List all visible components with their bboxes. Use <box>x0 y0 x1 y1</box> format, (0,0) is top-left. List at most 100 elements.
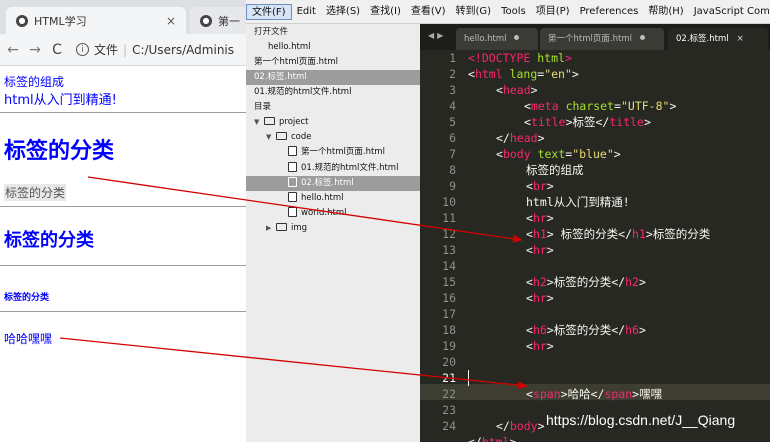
editor-tab-first-page[interactable]: 第一个html页面.html <box>540 28 664 50</box>
folder-project[interactable]: ▼ project <box>246 115 420 130</box>
file-item-selected[interactable]: 02.标签.html <box>246 176 420 191</box>
file-item[interactable]: world.html <box>246 206 420 221</box>
file-item[interactable]: hello.html <box>246 191 420 206</box>
menu-selection[interactable]: 选择(S) <box>321 4 365 20</box>
browser-tab-label: HTML学习 <box>34 14 87 28</box>
file-icon <box>288 207 297 217</box>
url-input[interactable]: C:/Users/Adminis <box>132 43 234 57</box>
code-line-2: <html lang="en"> <box>468 67 579 81</box>
browser-tab-html-study[interactable]: ● HTML学习 × <box>6 7 186 34</box>
editor-tab-hello[interactable]: hello.html <box>456 28 538 50</box>
code-line-3: <head> <box>496 83 538 97</box>
back-arrow-icon[interactable]: ← <box>4 42 22 58</box>
line-number: 17 <box>442 307 456 321</box>
page-hr <box>0 311 246 312</box>
page-text-composition: 标签的组成 <box>4 75 65 89</box>
file-item[interactable]: 第一个html页面.html <box>246 145 420 160</box>
expanded-triangle-icon: ▼ <box>254 118 260 126</box>
file-item[interactable]: 01.规范的html文件.html <box>246 161 420 176</box>
editor-tab-02-tags[interactable]: 02.标签.html × <box>668 28 768 50</box>
code-line-18: <h6>标签的分类</h6> <box>526 323 646 337</box>
menu-project[interactable]: 项目(P) <box>531 4 575 20</box>
browser-window: ● HTML学习 × ● 第一 ← → C i 文件 | C:/Users/Ad… <box>0 0 246 442</box>
code-line-1: <!DOCTYPE html> <box>468 51 572 65</box>
menu-bar: 文件(F) Edit 选择(S) 查找(I) 查看(V) 转到(G) Tools… <box>246 0 770 24</box>
page-h2: 标签的分类 <box>4 230 94 251</box>
url-separator: | <box>123 42 128 57</box>
code-line-4: <meta charset="UTF-8"> <box>524 99 677 113</box>
menu-file[interactable]: 文件(F) <box>246 3 292 20</box>
line-number: 22 <box>442 387 456 401</box>
file-label: 02.标签.html <box>301 178 354 188</box>
page-text-html-intro: html从入门到精通! <box>4 93 117 108</box>
open-file-item-selected[interactable]: 02.标签.html <box>246 70 420 85</box>
menu-edit[interactable]: Edit <box>292 4 321 20</box>
folders-heading: 目录 <box>254 102 272 112</box>
code-line-7: <body text="blue"> <box>496 147 621 161</box>
menu-view[interactable]: 查看(V) <box>406 4 451 20</box>
line-number: 4 <box>449 99 456 113</box>
open-file-item[interactable]: hello.html <box>246 40 420 55</box>
line-number: 21 <box>442 371 456 385</box>
reload-icon[interactable]: C <box>48 42 66 58</box>
tab-nav-arrows-icon[interactable]: ◀▶ <box>428 31 446 40</box>
expanded-triangle-icon: ▼ <box>266 133 272 141</box>
line-number: 1 <box>449 51 456 65</box>
file-label: hello.html <box>301 193 344 203</box>
line-number: 10 <box>442 195 456 209</box>
close-icon[interactable]: × <box>737 34 744 44</box>
code-line-9: <br> <box>526 179 554 193</box>
close-icon[interactable]: × <box>166 14 180 28</box>
code-line-13: <hr> <box>526 243 554 257</box>
editor-tab-label: 第一个html页面.html <box>548 34 632 44</box>
url-scheme-label: 文件 <box>94 43 119 57</box>
address-bar: ← → C i 文件 | C:/Users/Adminis <box>0 34 246 66</box>
line-number: 12 <box>442 227 456 241</box>
open-file-item[interactable]: 第一个html页面.html <box>246 55 420 70</box>
info-icon[interactable]: i <box>76 43 89 56</box>
file-icon <box>288 192 297 202</box>
page-hr <box>0 112 246 113</box>
code-line-24: </html> <box>468 435 517 442</box>
folder-open-icon <box>264 117 275 125</box>
code-line-12: <h1> 标签的分类</h1>标签的分类 <box>526 227 711 241</box>
forward-arrow-icon[interactable]: → <box>26 42 44 58</box>
line-number: 5 <box>449 115 456 129</box>
editor-tab-label: 02.标签.html <box>676 34 729 44</box>
folder-label: code <box>291 132 312 142</box>
file-icon <box>288 162 297 172</box>
unsaved-dot-icon <box>639 35 645 40</box>
collapsed-triangle-icon: ▶ <box>266 224 272 232</box>
menu-goto[interactable]: 转到(G) <box>451 4 497 20</box>
menu-help[interactable]: 帮助(H) <box>643 4 688 20</box>
folder-code[interactable]: ▼ code <box>246 130 420 145</box>
page-span-text: 哈哈嘿嘿 <box>4 332 53 346</box>
code-line-10: html从入门到精通! <box>526 195 630 209</box>
menu-preferences[interactable]: Preferences <box>575 4 644 20</box>
page-hr <box>0 206 246 207</box>
page-h1-tail-text: 标签的分类 <box>4 184 67 201</box>
folder-img[interactable]: ▶ img <box>246 221 420 236</box>
file-label: world.html <box>301 208 347 218</box>
browser-tab-second[interactable]: ● 第一 <box>190 7 246 34</box>
code-line-21: <span>哈哈</span>嘿嘿 <box>526 387 663 401</box>
code-line-16: <hr> <box>526 291 554 305</box>
editor-pane: ◀▶ hello.html 第一个html页面.html 02.标签.html ×… <box>420 24 770 442</box>
line-number: 15 <box>442 275 456 289</box>
line-number-gutter: 1 2 3 4 5 6 7 8 9 10 11 12 13 14 15 16 17 18 19 20 21 22 23 24 <box>420 50 462 442</box>
menu-tools[interactable]: Tools <box>496 4 531 20</box>
text-cursor <box>468 370 469 386</box>
line-number: 13 <box>442 243 456 257</box>
code-line-6: </head> <box>496 131 545 145</box>
code-line-19: <hr> <box>526 339 554 353</box>
code-line-15: <h2>标签的分类</h2> <box>526 275 646 289</box>
file-label: 01.规范的html文件.html <box>301 163 399 173</box>
menu-find[interactable]: 查找(I) <box>365 4 406 20</box>
open-file-item[interactable]: 01.规范的html文件.html <box>246 85 420 100</box>
chrome-favicon-icon: ● <box>16 14 28 27</box>
line-number: 24 <box>442 419 456 433</box>
menu-javascript-completions[interactable]: JavaScript Complet <box>689 4 770 20</box>
code-area[interactable]: <!DOCTYPE html> <html lang="en"> <head> … <box>468 50 770 442</box>
line-number: 20 <box>442 355 456 369</box>
line-number: 11 <box>442 211 456 225</box>
